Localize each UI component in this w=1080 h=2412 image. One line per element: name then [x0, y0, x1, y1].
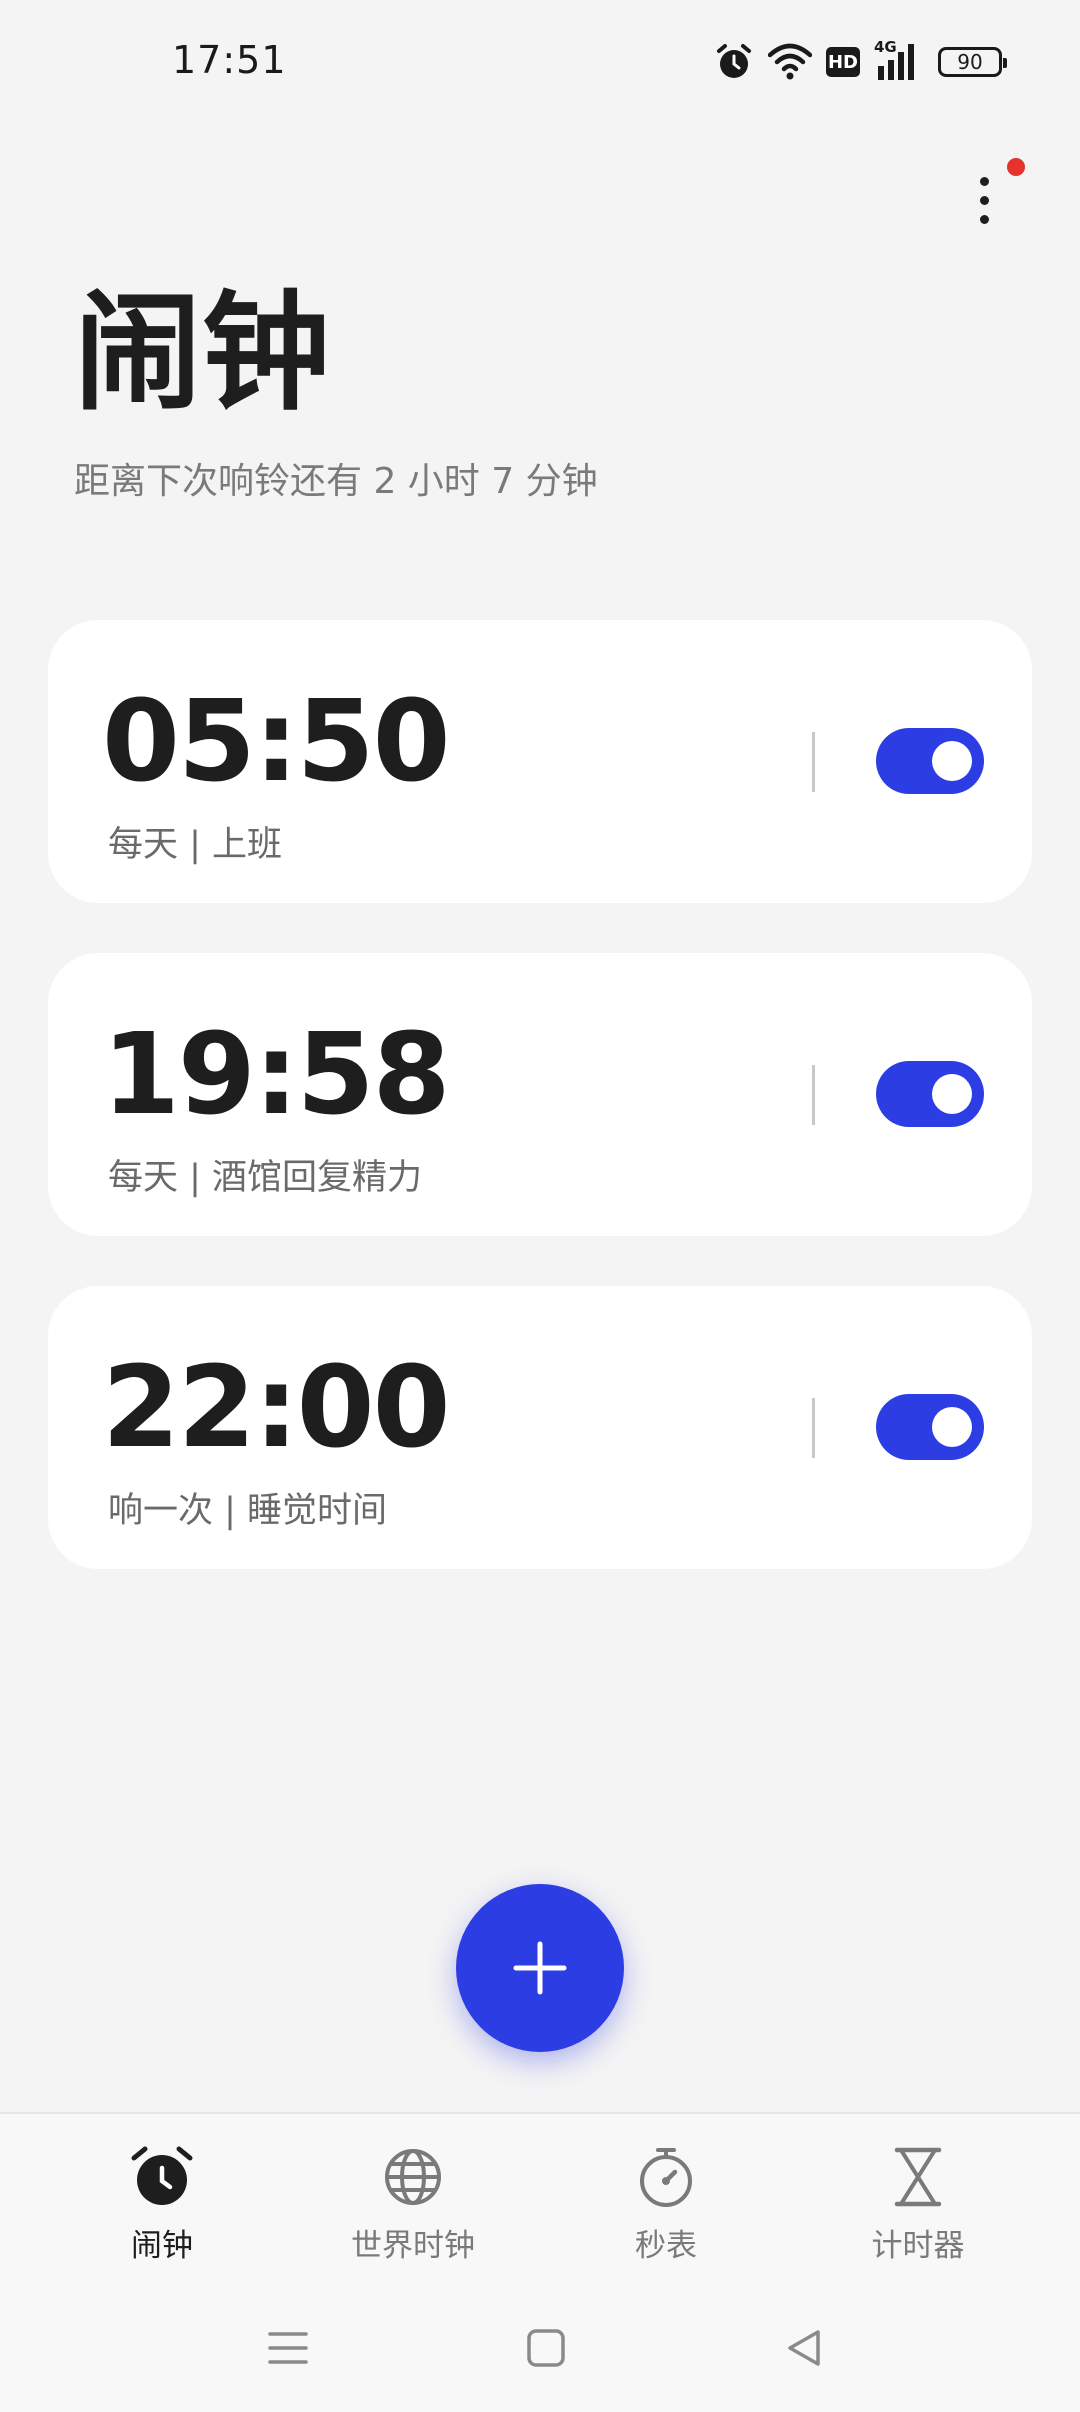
- tab-stopwatch[interactable]: 秒表: [566, 2144, 766, 2265]
- alarm-label: 每天 | 上班: [108, 825, 283, 865]
- hourglass-icon: [894, 2147, 942, 2207]
- page-title: 闹钟: [74, 279, 331, 428]
- signal-icon: 4G: [874, 38, 924, 82]
- alarm-card[interactable]: 19:58 每天 | 酒馆回复精力: [48, 953, 1032, 1236]
- alarm-list: 05:50 每天 | 上班 19:58 每天 | 酒馆回复精力 22:00 响一…: [48, 620, 1032, 1619]
- next-alarm-countdown: 距离下次响铃还有 2 小时 7 分钟: [74, 461, 598, 502]
- alarm-time: 05:50: [102, 677, 451, 807]
- hd-icon: HD: [826, 47, 860, 77]
- battery-icon: 90: [938, 47, 1007, 77]
- stopwatch-icon: [640, 2148, 692, 2207]
- divider: [812, 1065, 815, 1125]
- tab-label: 秒表: [635, 2228, 697, 2264]
- toggle-knob: [932, 741, 972, 781]
- toggle-knob: [932, 1407, 972, 1447]
- alarm-icon: [714, 42, 754, 82]
- tab-label: 世界时钟: [351, 2228, 475, 2264]
- system-nav: [0, 2278, 1080, 2412]
- alarm-time: 19:58: [102, 1010, 451, 1140]
- tab-label: 计时器: [871, 2228, 965, 2264]
- status-icons: HD 4G 90: [714, 38, 1007, 86]
- more-vertical-icon[interactable]: [960, 160, 1008, 240]
- toggle-knob: [932, 1074, 972, 1114]
- plus-icon: [513, 1941, 567, 1995]
- alarm-label: 响一次 | 睡觉时间: [108, 1491, 388, 1531]
- alarm-toggle[interactable]: [876, 728, 984, 794]
- tab-label: 闹钟: [131, 2228, 193, 2264]
- tab-alarm[interactable]: 闹钟: [62, 2144, 262, 2265]
- battery-level: 90: [957, 50, 983, 74]
- alarm-toggle[interactable]: [876, 1061, 984, 1127]
- tab-world-clock[interactable]: 世界时钟: [313, 2144, 513, 2265]
- back-icon[interactable]: [774, 2322, 834, 2374]
- alarm-clock-icon: [131, 2146, 193, 2205]
- globe-icon: [385, 2149, 441, 2205]
- menu-icon[interactable]: [258, 2322, 318, 2374]
- bottom-nav: 闹钟 世界时钟 秒表 计时器: [0, 2112, 1080, 2279]
- home-icon[interactable]: [516, 2322, 576, 2374]
- alarm-toggle[interactable]: [876, 1394, 984, 1460]
- alarm-label: 每天 | 酒馆回复精力: [108, 1158, 423, 1198]
- wifi-icon: [768, 43, 812, 81]
- status-bar: 17:51 HD 4G 90: [0, 0, 1080, 130]
- add-alarm-button[interactable]: [456, 1884, 624, 2052]
- tab-timer[interactable]: 计时器: [818, 2144, 1018, 2265]
- divider: [812, 1398, 815, 1458]
- alarm-time: 22:00: [102, 1343, 451, 1473]
- network-type: 4G: [874, 38, 897, 56]
- notification-badge: [1007, 158, 1025, 176]
- alarm-card[interactable]: 22:00 响一次 | 睡觉时间: [48, 1286, 1032, 1569]
- status-time: 17:51: [172, 38, 287, 82]
- divider: [812, 732, 815, 792]
- alarm-card[interactable]: 05:50 每天 | 上班: [48, 620, 1032, 903]
